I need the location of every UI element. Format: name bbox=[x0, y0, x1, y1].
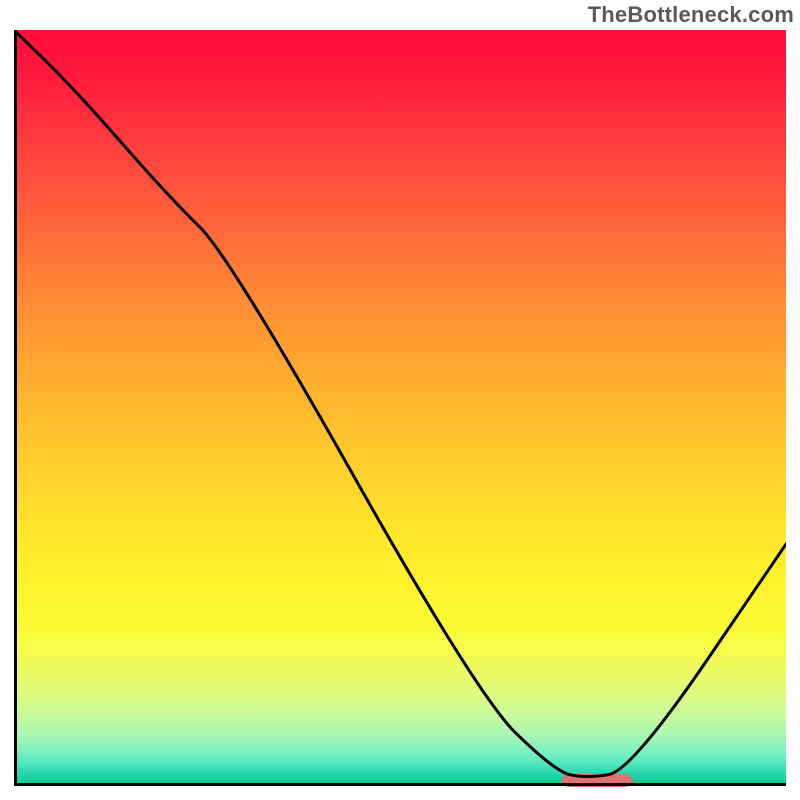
y-axis-line bbox=[14, 30, 17, 786]
bottleneck-chart: TheBottleneck.com bbox=[0, 0, 800, 800]
watermark-text: TheBottleneck.com bbox=[588, 2, 794, 28]
x-axis-line bbox=[14, 783, 786, 786]
bottleneck-curve bbox=[14, 30, 786, 786]
plot-area bbox=[14, 30, 786, 786]
bottleneck-curve-path bbox=[14, 30, 786, 777]
